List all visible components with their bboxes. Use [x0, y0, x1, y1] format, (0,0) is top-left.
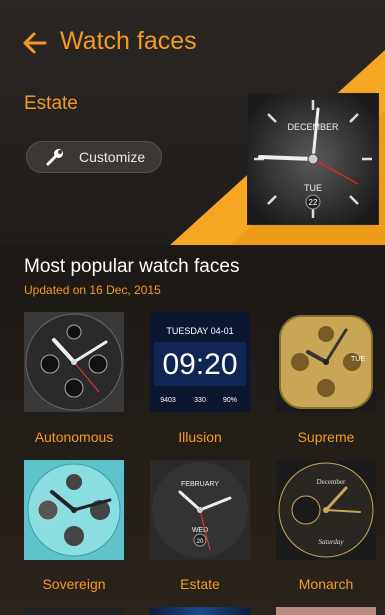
estate-month: FEBRUARY [181, 481, 219, 488]
illusion-dial: TUESDAY 04-01 09:20 9403 330 90% [150, 312, 250, 412]
face-label-autonomous: Autonomous [34, 429, 114, 445]
arrow-left-icon[interactable] [20, 28, 50, 58]
illusion-time: 09:20 [162, 348, 237, 381]
supreme-dial: TUE [276, 312, 376, 412]
sovereign-dial [24, 460, 124, 560]
face-label-supreme: Supreme [297, 429, 355, 445]
section-title: Most popular watch faces [24, 256, 240, 277]
face-label-estate: Estate [180, 576, 220, 592]
face-tile-autonomous[interactable] [24, 312, 124, 412]
preview-day: TUE [304, 183, 322, 193]
face-tile-partial[interactable] [276, 607, 376, 615]
face-label-illusion: Illusion [178, 429, 222, 445]
app-bar: Watch faces [0, 0, 385, 80]
supreme-day: TUE [351, 356, 365, 363]
page-title: Watch faces [60, 27, 197, 55]
monarch-weekday: Saturday [318, 538, 344, 546]
section-updated: Updated on 16 Dec, 2015 [24, 283, 161, 297]
face-tile-sovereign[interactable] [24, 460, 124, 560]
preview-month: DECEMBER [287, 122, 339, 132]
autonomous-dial [24, 312, 124, 412]
monarch-month: December [317, 478, 346, 486]
face-tile-estate[interactable]: FEBRUARY WED 20 [150, 460, 250, 560]
preview-date: 22 [309, 198, 318, 207]
illusion-calories: 330 [194, 397, 206, 404]
illusion-date: TUESDAY 04-01 [166, 326, 233, 336]
estate-dial: DECEMBER TUE 22 [248, 94, 378, 224]
wrench-icon [46, 149, 63, 166]
customize-label: Customize [79, 149, 146, 165]
face-tile-illusion[interactable]: TUESDAY 04-01 09:20 9403 330 90% [150, 312, 250, 412]
face-tile-partial[interactable] [150, 607, 250, 615]
customize-button[interactable]: Customize [26, 141, 162, 173]
illusion-steps: 9403 [160, 397, 176, 404]
face-label-monarch: Monarch [298, 576, 354, 592]
face-tile-supreme[interactable]: TUE [276, 312, 376, 412]
face-tile-monarch[interactable]: December Saturday [276, 460, 376, 560]
estate-small-dial: FEBRUARY WED 20 [150, 460, 250, 560]
face-tile-partial[interactable] [24, 607, 124, 615]
current-face-preview[interactable]: DECEMBER TUE 22 [247, 93, 379, 225]
illusion-battery: 90% [223, 397, 237, 404]
monarch-dial: December Saturday [276, 460, 376, 560]
current-face-name: Estate [24, 93, 78, 114]
estate-date: 20 [197, 539, 204, 545]
face-label-sovereign: Sovereign [42, 576, 106, 592]
